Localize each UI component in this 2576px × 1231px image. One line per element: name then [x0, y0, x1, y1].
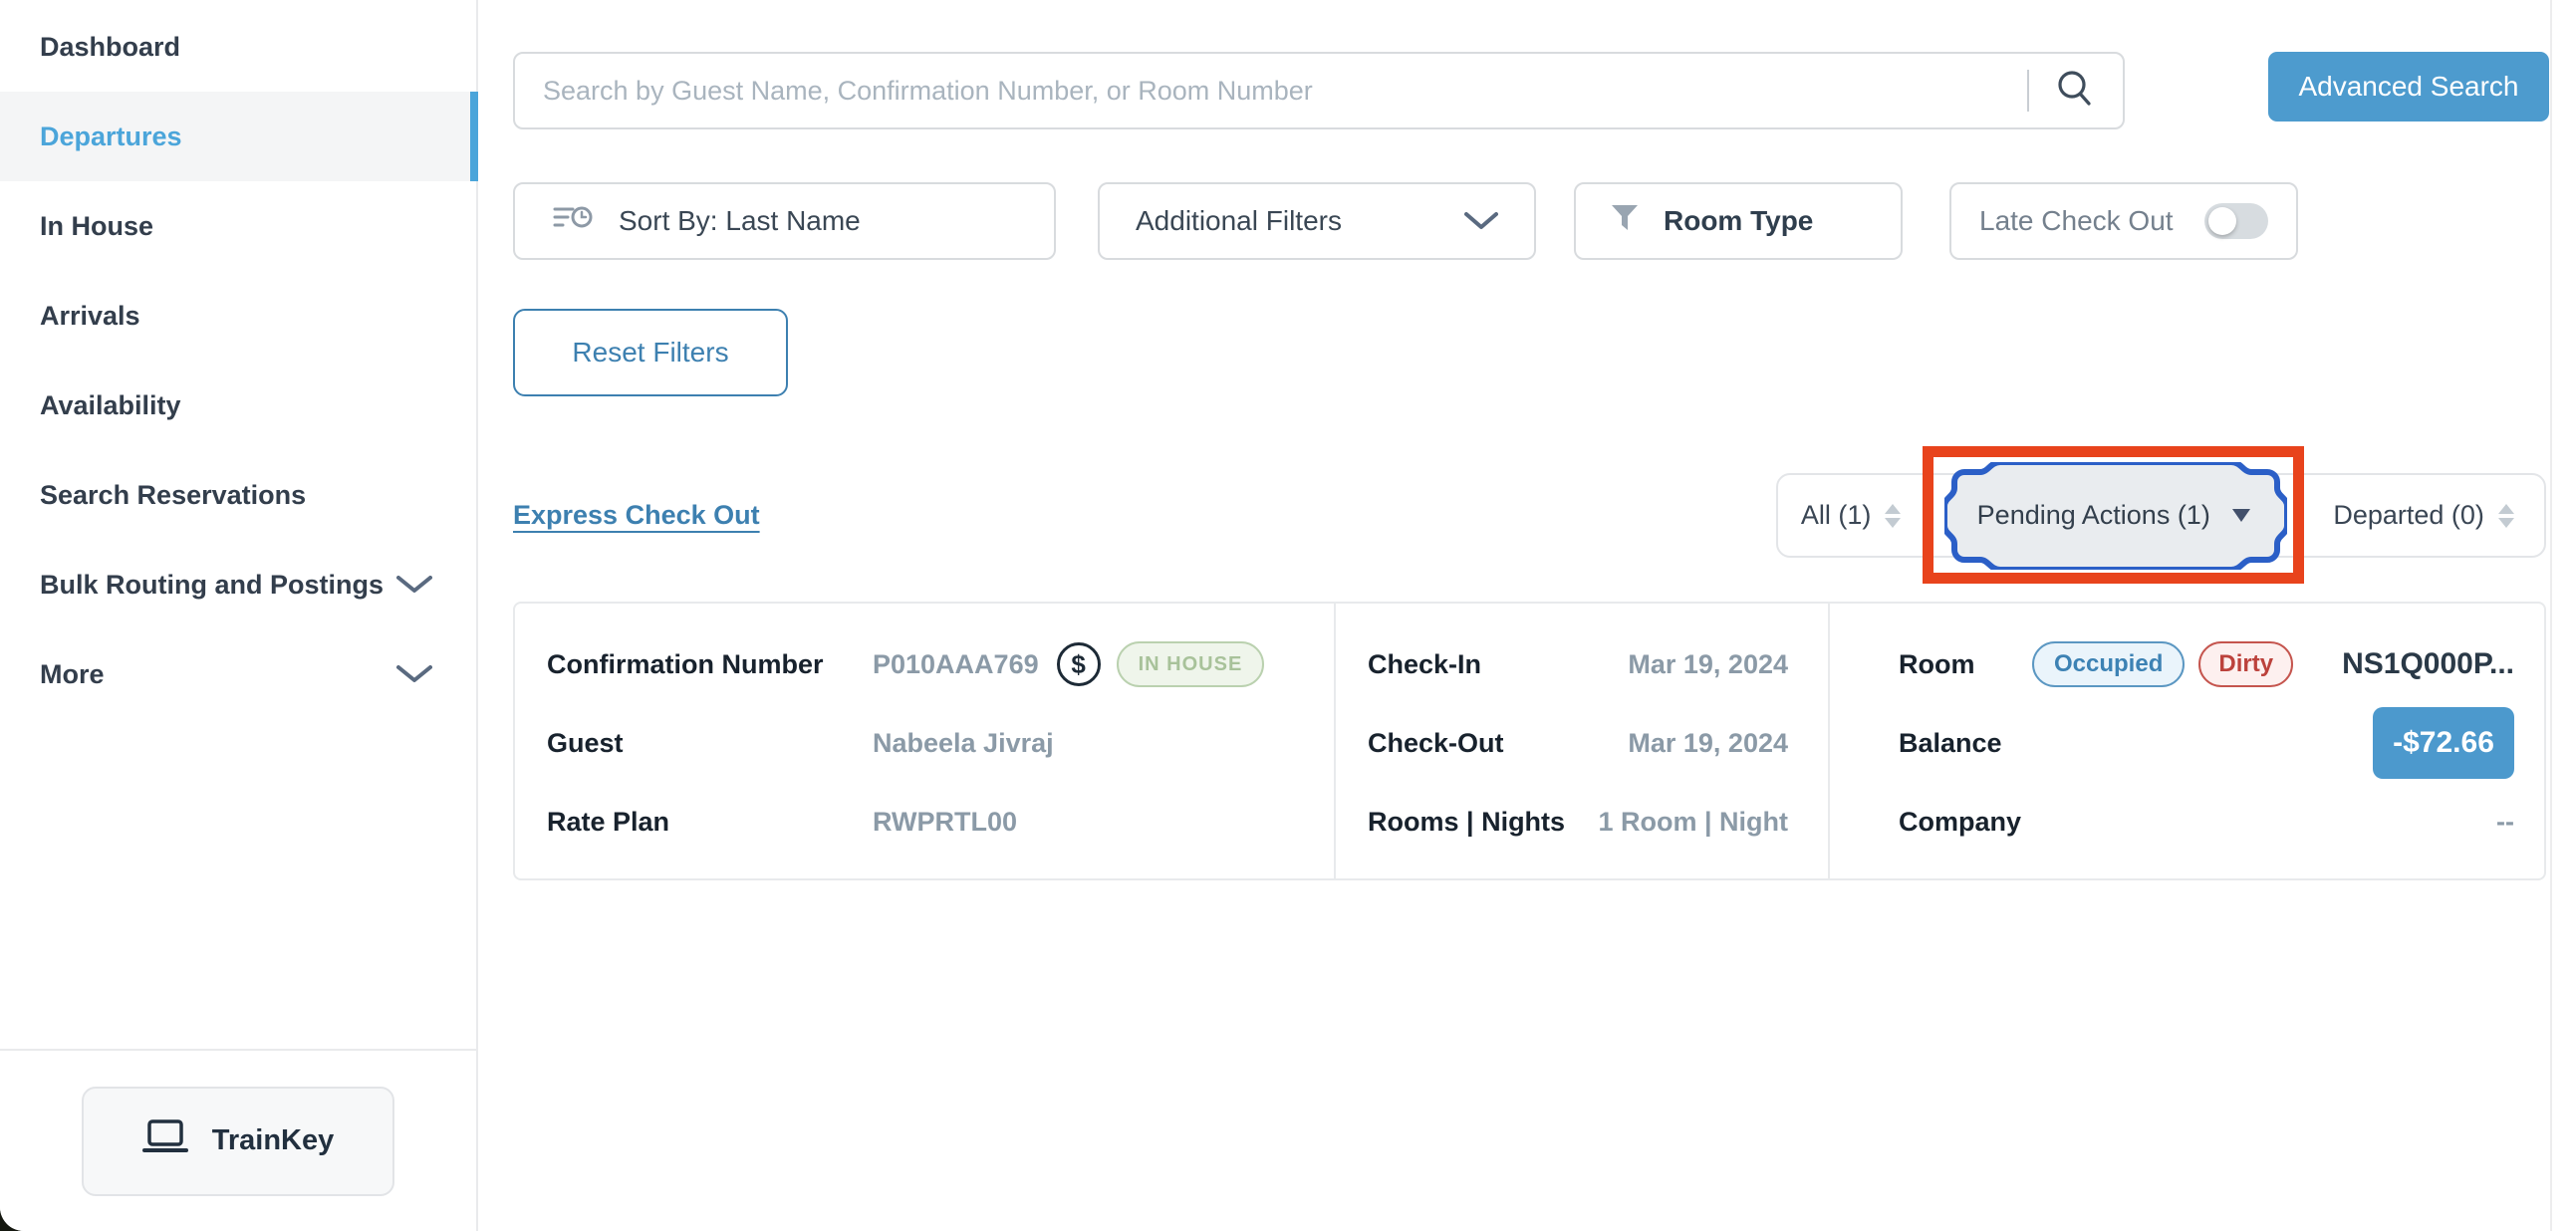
sidebar-item-availability[interactable]: Availability [0, 361, 476, 450]
rooms-nights-label: Rooms | Nights [1368, 807, 1598, 838]
tab-all[interactable]: All (1) [1778, 475, 1924, 556]
check-in-value: Mar 19, 2024 [1628, 649, 1788, 680]
confirmation-value: P010AAA769 [873, 649, 1039, 680]
rate-plan-row: Rate Plan RWPRTL00 [547, 791, 1334, 853]
reset-filters-button[interactable]: Reset Filters [513, 309, 788, 396]
search-icon[interactable] [2053, 67, 2097, 116]
sidebar-item-label: Arrivals [40, 301, 140, 332]
card-column-reservation: Confirmation Number P010AAA769 $ IN HOUS… [515, 604, 1334, 878]
check-out-label: Check-Out [1368, 728, 1628, 759]
sidebar-item-bulk-routing[interactable]: Bulk Routing and Postings [0, 540, 476, 629]
chevron-down-icon [396, 659, 432, 690]
guest-row: Guest Nabeela Jivraj [547, 712, 1334, 774]
sort-by-control[interactable]: Sort By: Last Name [513, 182, 1056, 260]
dollar-circle-icon[interactable]: $ [1057, 642, 1101, 686]
late-check-out-label: Late Check Out [1979, 205, 2174, 237]
express-check-out-link[interactable]: Express Check Out [513, 500, 760, 531]
sidebar-item-label: Dashboard [40, 32, 180, 63]
check-in-row: Check-In Mar 19, 2024 [1368, 633, 1788, 695]
sidebar-item-more[interactable]: More [0, 629, 476, 719]
late-check-out-filter: Late Check Out [1949, 182, 2298, 260]
dirty-badge: Dirty [2198, 641, 2293, 687]
caret-down-icon [2232, 509, 2250, 522]
search-bar [513, 52, 2125, 129]
sidebar-item-search-reservations[interactable]: Search Reservations [0, 450, 476, 540]
confirmation-label: Confirmation Number [547, 649, 873, 680]
occupied-badge: Occupied [2032, 641, 2185, 687]
room-label: Room [1899, 649, 2032, 680]
trainkey-label: TrainKey [212, 1124, 335, 1157]
balance-row: Balance -$72.66 [1899, 707, 2514, 779]
sidebar-item-label: More [40, 659, 105, 690]
status-tabs: All (1) Pending Actions (1) Departed (0) [1776, 473, 2546, 558]
main-content: Advanced Search Sort By: Last Name Addit… [480, 0, 2576, 1231]
funnel-icon [1610, 203, 1640, 240]
room-row: Room Occupied Dirty NS1Q000P... [1899, 633, 2514, 695]
sidebar-item-in-house[interactable]: In House [0, 181, 476, 271]
balance-chip[interactable]: -$72.66 [2373, 707, 2514, 779]
tab-pending-actions[interactable]: Pending Actions (1) [1924, 475, 2303, 556]
chevron-down-icon [396, 570, 432, 601]
tab-pending-actions-label: Pending Actions (1) [1977, 500, 2210, 531]
late-check-out-toggle[interactable] [2204, 203, 2268, 239]
search-input[interactable] [543, 76, 2027, 107]
sidebar-item-label: Bulk Routing and Postings [40, 570, 384, 601]
company-row: Company -- [1899, 791, 2514, 853]
sidebar-item-arrivals[interactable]: Arrivals [0, 271, 476, 361]
tab-all-label: All (1) [1801, 500, 1872, 531]
sort-arrows-icon [2498, 504, 2514, 528]
room-type-filter[interactable]: Room Type [1574, 182, 1903, 260]
reservation-card[interactable]: Confirmation Number P010AAA769 $ IN HOUS… [513, 602, 2546, 880]
sidebar-footer: TrainKey [0, 1049, 476, 1231]
sidebar-nav: Dashboard Departures In House Arrivals A… [0, 0, 476, 719]
confirmation-row: Confirmation Number P010AAA769 $ IN HOUS… [547, 633, 1334, 695]
rooms-nights-value: 1 Room | Night [1598, 807, 1788, 838]
scrollbar-gutter [2550, 0, 2552, 1231]
sidebar-item-label: Search Reservations [40, 480, 306, 511]
chevron-down-icon [1464, 205, 1498, 237]
sort-by-label: Sort By: Last Name [619, 205, 861, 237]
advanced-search-button[interactable]: Advanced Search [2268, 52, 2549, 122]
sidebar-item-label: Availability [40, 390, 181, 421]
sort-icon [553, 202, 593, 241]
check-in-label: Check-In [1368, 649, 1628, 680]
card-column-dates: Check-In Mar 19, 2024 Check-Out Mar 19, … [1334, 604, 1828, 878]
rooms-nights-row: Rooms | Nights 1 Room | Night [1368, 791, 1788, 853]
tab-departed[interactable]: Departed (0) [2303, 475, 2544, 556]
laptop-icon [142, 1118, 188, 1164]
company-value: -- [2496, 807, 2514, 838]
guest-label: Guest [547, 728, 873, 759]
rate-plan-label: Rate Plan [547, 807, 873, 838]
in-house-badge: IN HOUSE [1117, 641, 1265, 687]
sidebar-item-departures[interactable]: Departures [0, 92, 476, 181]
room-type-label: Room Type [1664, 205, 1813, 237]
check-out-row: Check-Out Mar 19, 2024 [1368, 712, 1788, 774]
additional-filters-label: Additional Filters [1136, 205, 1342, 237]
sidebar-item-label: Departures [40, 122, 182, 152]
toggle-knob [2208, 207, 2236, 235]
card-column-room: Room Occupied Dirty NS1Q000P... Balance … [1828, 604, 2544, 878]
sidebar-item-dashboard[interactable]: Dashboard [0, 2, 476, 92]
rate-plan-value: RWPRTL00 [873, 807, 1017, 838]
sidebar-item-label: In House [40, 211, 153, 242]
search-divider [2027, 70, 2029, 112]
guest-value: Nabeela Jivraj [873, 728, 1054, 759]
pms-app-window: Dashboard Departures In House Arrivals A… [0, 0, 2576, 1231]
trainkey-button[interactable]: TrainKey [82, 1087, 394, 1196]
sidebar: Dashboard Departures In House Arrivals A… [0, 0, 478, 1231]
balance-label: Balance [1899, 728, 2032, 759]
sort-arrows-icon [1885, 504, 1901, 528]
additional-filters-dropdown[interactable]: Additional Filters [1098, 182, 1536, 260]
tab-departed-label: Departed (0) [2333, 500, 2484, 531]
check-out-value: Mar 19, 2024 [1628, 728, 1788, 759]
room-number-value: NS1Q000P... [2342, 647, 2514, 681]
company-label: Company [1899, 807, 2032, 838]
